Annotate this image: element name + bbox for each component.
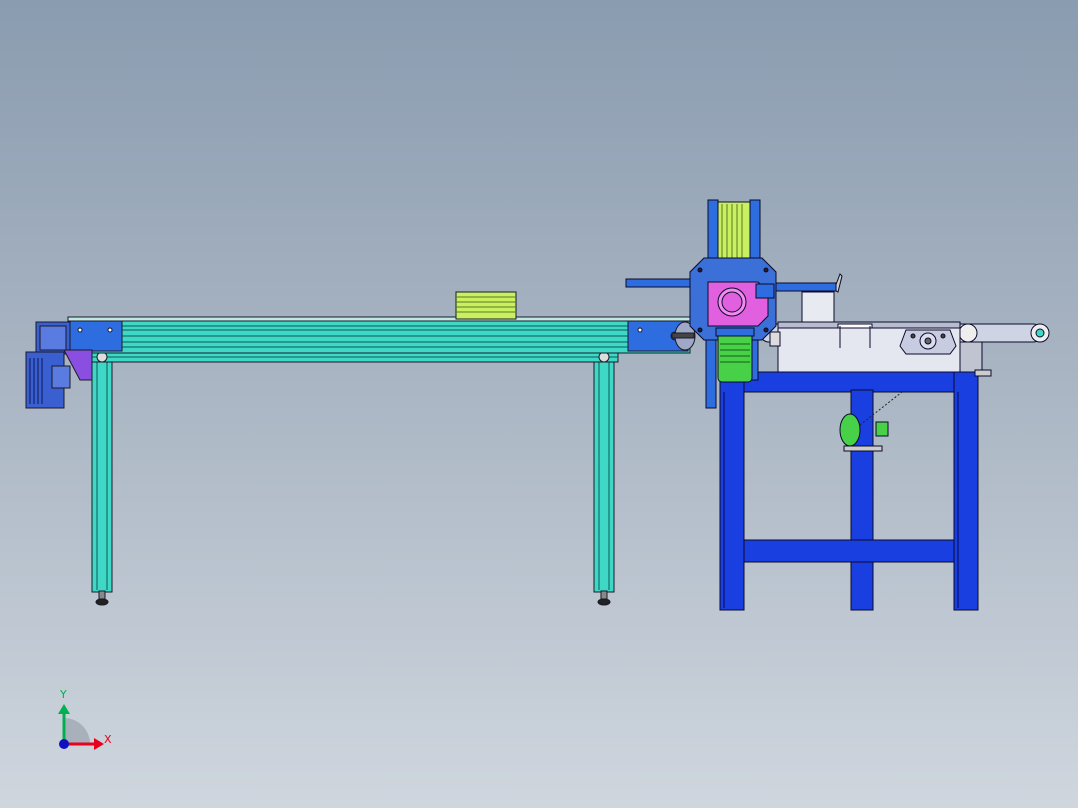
- right-table: [719, 371, 979, 611]
- z-axis-dot: [59, 739, 69, 749]
- right-machine: [625, 199, 1050, 611]
- assembly-drawing: [25, 199, 1050, 750]
- conveyor-legs: [87, 349, 619, 606]
- y-axis-label: Y: [60, 688, 67, 701]
- product-stack: [455, 291, 517, 320]
- magenta-hub: [707, 281, 775, 327]
- x-axis-label: X: [104, 733, 112, 746]
- conveyor-frame: [67, 316, 696, 354]
- left-conveyor: [25, 291, 696, 606]
- bearing-housing: [769, 321, 961, 373]
- green-motor: [715, 327, 755, 383]
- coordinate-triad: [58, 704, 104, 750]
- cad-viewport[interactable]: Y X: [0, 0, 1078, 808]
